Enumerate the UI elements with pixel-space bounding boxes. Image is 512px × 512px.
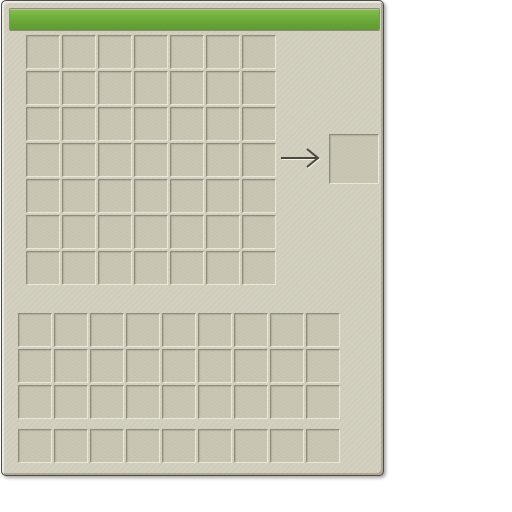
crafting-slot[interactable] (206, 179, 240, 213)
crafting-slot[interactable] (242, 179, 276, 213)
hotbar-slot[interactable] (198, 429, 232, 463)
inventory-slot[interactable] (126, 313, 160, 347)
crafting-slot[interactable] (170, 179, 204, 213)
crafting-slot[interactable] (170, 35, 204, 69)
inventory-slot[interactable] (234, 385, 268, 419)
crafting-slot[interactable] (170, 143, 204, 177)
crafting-slot[interactable] (134, 107, 168, 141)
right-arrow-icon (281, 148, 321, 169)
hotbar-slot[interactable] (306, 429, 340, 463)
crafting-slot[interactable] (26, 107, 60, 141)
inventory-slot[interactable] (90, 385, 124, 419)
inventory-slot[interactable] (306, 385, 340, 419)
inventory-grid (18, 313, 340, 419)
inventory-slot[interactable] (18, 385, 52, 419)
inventory-slot[interactable] (162, 385, 196, 419)
crafting-slot[interactable] (62, 35, 96, 69)
hotbar-slot[interactable] (54, 429, 88, 463)
inventory-slot[interactable] (54, 349, 88, 383)
inventory-slot[interactable] (270, 313, 304, 347)
hotbar-slot[interactable] (18, 429, 52, 463)
inventory-slot[interactable] (54, 313, 88, 347)
crafting-slot[interactable] (206, 215, 240, 249)
progress-bar-fill (10, 9, 379, 30)
inventory-slot[interactable] (234, 349, 268, 383)
hotbar-slot[interactable] (162, 429, 196, 463)
crafting-slot[interactable] (242, 107, 276, 141)
crafting-slot[interactable] (134, 215, 168, 249)
crafting-slot[interactable] (242, 251, 276, 285)
crafting-slot[interactable] (170, 107, 204, 141)
crafting-slot[interactable] (242, 35, 276, 69)
inventory-slot[interactable] (90, 313, 124, 347)
crafting-slot[interactable] (206, 143, 240, 177)
crafting-slot[interactable] (134, 143, 168, 177)
crafting-slot[interactable] (98, 215, 132, 249)
crafting-slot[interactable] (62, 251, 96, 285)
crafting-grid (26, 35, 276, 285)
crafting-slot[interactable] (62, 143, 96, 177)
hotbar-slot[interactable] (270, 429, 304, 463)
crafting-slot[interactable] (170, 215, 204, 249)
inventory-slot[interactable] (54, 385, 88, 419)
crafting-slot[interactable] (26, 143, 60, 177)
crafting-slot[interactable] (170, 251, 204, 285)
inventory-slot[interactable] (198, 385, 232, 419)
inventory-slot[interactable] (18, 313, 52, 347)
inventory-slot[interactable] (270, 349, 304, 383)
crafting-slot[interactable] (134, 35, 168, 69)
crafting-slot[interactable] (26, 35, 60, 69)
crafting-slot[interactable] (134, 251, 168, 285)
crafting-slot[interactable] (242, 215, 276, 249)
inventory-slot[interactable] (270, 385, 304, 419)
crafting-slot[interactable] (98, 143, 132, 177)
hotbar-slot[interactable] (234, 429, 268, 463)
crafting-slot[interactable] (170, 71, 204, 105)
inventory-slot[interactable] (198, 349, 232, 383)
hotbar-grid (18, 429, 340, 463)
crafting-slot[interactable] (206, 107, 240, 141)
crafting-slot[interactable] (242, 143, 276, 177)
crafting-slot[interactable] (98, 35, 132, 69)
crafting-slot[interactable] (242, 71, 276, 105)
hotbar-slot[interactable] (90, 429, 124, 463)
inventory-slot[interactable] (126, 349, 160, 383)
crafting-slot[interactable] (98, 179, 132, 213)
crafting-slot[interactable] (206, 71, 240, 105)
crafting-slot[interactable] (98, 107, 132, 141)
crafting-slot[interactable] (62, 179, 96, 213)
output-slot[interactable] (329, 134, 379, 184)
crafting-slot[interactable] (206, 251, 240, 285)
crafting-slot[interactable] (134, 71, 168, 105)
crafting-slot[interactable] (26, 215, 60, 249)
inventory-slot[interactable] (234, 313, 268, 347)
crafting-slot[interactable] (206, 35, 240, 69)
crafting-slot[interactable] (26, 71, 60, 105)
crafting-slot[interactable] (62, 107, 96, 141)
inventory-slot[interactable] (126, 385, 160, 419)
inventory-slot[interactable] (90, 349, 124, 383)
inventory-slot[interactable] (198, 313, 232, 347)
inventory-slot[interactable] (18, 349, 52, 383)
progress-bar (9, 8, 380, 31)
crafting-panel (1, 0, 384, 476)
crafting-slot[interactable] (26, 179, 60, 213)
hotbar-slot[interactable] (126, 429, 160, 463)
inventory-slot[interactable] (162, 349, 196, 383)
crafting-slot[interactable] (98, 71, 132, 105)
crafting-slot[interactable] (62, 215, 96, 249)
inventory-slot[interactable] (162, 313, 196, 347)
crafting-slot[interactable] (62, 71, 96, 105)
crafting-slot[interactable] (98, 251, 132, 285)
inventory-slot[interactable] (306, 313, 340, 347)
inventory-slot[interactable] (306, 349, 340, 383)
crafting-slot[interactable] (26, 251, 60, 285)
crafting-slot[interactable] (134, 179, 168, 213)
